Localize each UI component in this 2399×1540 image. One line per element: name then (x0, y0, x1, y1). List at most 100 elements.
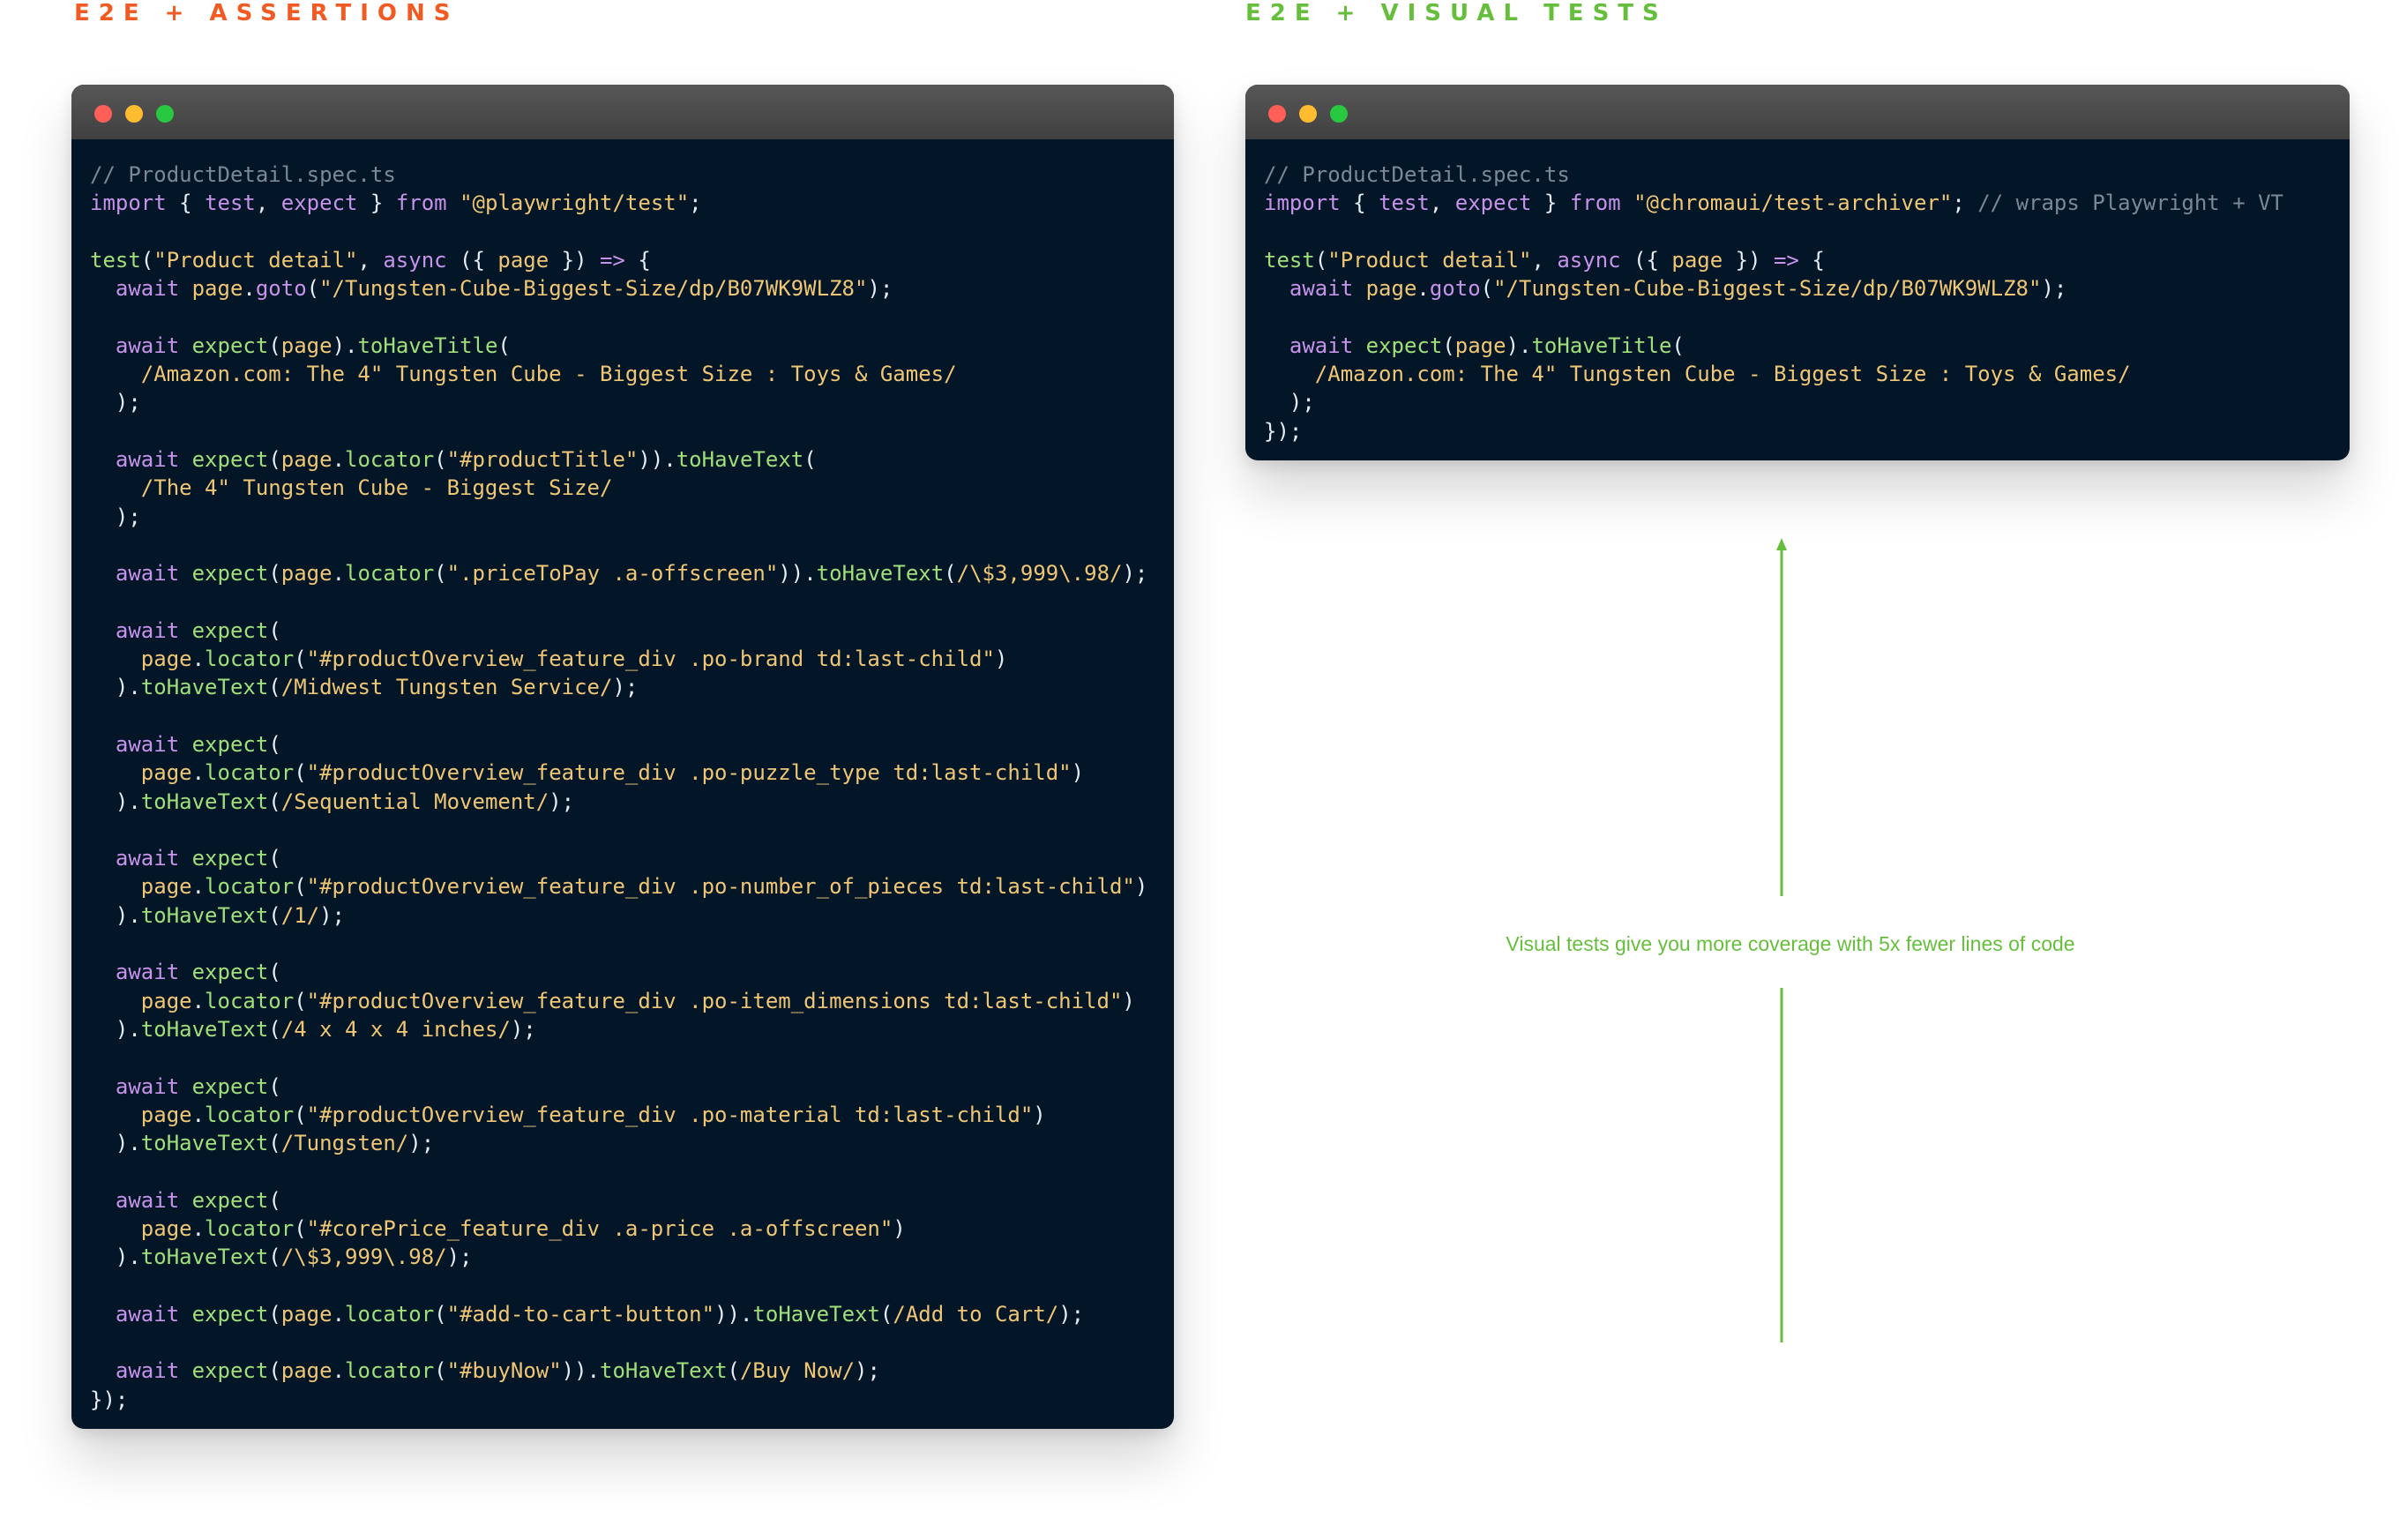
code-token: ); (1058, 1301, 1085, 1327)
code-token: ( (1480, 276, 1494, 302)
code-token: page (280, 446, 333, 472)
code-token: { (1340, 191, 1379, 216)
code-token: /The 4" Tungsten Cube - Biggest Size/ (140, 475, 613, 501)
code-token: "#corePrice_feature_div .a-price .a-offs… (306, 1215, 893, 1241)
code-token: ( (306, 276, 320, 302)
code-token: page (191, 276, 243, 302)
code-token: ( (268, 789, 281, 814)
code-token: page (140, 1215, 192, 1241)
code-token: page (1671, 247, 1723, 273)
code-line: ); (90, 503, 1147, 531)
code-token: ( (727, 1358, 740, 1384)
code-token: ( (434, 1358, 447, 1384)
code-token: ( (268, 675, 281, 700)
code-token: "/Tungsten-Cube-Biggest-Size/dp/B07WK9WL… (319, 276, 868, 302)
code-token: ( (268, 1131, 281, 1156)
code-token: await (115, 731, 180, 757)
code-line: }); (1264, 417, 2283, 445)
code-token: page (280, 333, 333, 358)
code-token: ). (1506, 333, 1532, 358)
code-token: ) (893, 1215, 906, 1241)
code-token: await (115, 1358, 180, 1384)
code-token: locator (205, 1102, 295, 1127)
code-token: await (115, 846, 180, 871)
code-token: ( (268, 446, 281, 472)
code-token: from (1569, 191, 1621, 216)
code-token: )). (714, 1301, 753, 1327)
code-token: goto (255, 276, 307, 302)
code-token: . (191, 760, 206, 786)
code-token: /Buy Now/ (739, 1358, 856, 1384)
code-token: page (497, 247, 549, 273)
code-token: )). (778, 561, 817, 587)
maximize-dot-icon[interactable] (156, 105, 174, 123)
code-line: /The 4" Tungsten Cube - Biggest Size/ (90, 474, 1147, 502)
code-token: /Amazon.com: The 4" Tungsten Cube - Bigg… (1314, 362, 2131, 387)
code-line: page.locator("#productOverview_feature_d… (90, 987, 1147, 1015)
code-token: toHaveText (140, 789, 269, 814)
code-token: toHaveText (600, 1358, 728, 1384)
code-line: await expect( (90, 958, 1147, 986)
code-token: ); (319, 902, 346, 928)
code-token: "#buyNow" (446, 1358, 562, 1384)
code-token: "@playwright/test" (460, 191, 690, 216)
code-token: , (255, 191, 281, 216)
code-token: ( (268, 1245, 281, 1270)
code-token: toHaveText (140, 1245, 269, 1270)
code-token: ( (294, 1102, 307, 1127)
code-token: page (280, 1358, 333, 1384)
code-token: ); (90, 504, 141, 529)
code-token: ). (90, 789, 141, 814)
minimize-dot-icon[interactable] (125, 105, 143, 123)
code-line: await expect( (90, 730, 1147, 759)
code-token: expect (191, 846, 269, 871)
code-token: ( (434, 561, 447, 587)
code-token: page (140, 760, 192, 786)
code-token: /Midwest Tungsten Service/ (280, 675, 613, 700)
e2e-assertions-heading: E2E + ASSERTIONS (74, 0, 460, 26)
code-token: "#add-to-cart-button" (446, 1301, 715, 1327)
minimize-dot-icon[interactable] (1299, 105, 1317, 123)
close-dot-icon[interactable] (1268, 105, 1286, 123)
code-block: // ProductDetail.spec.ts import { test, e… (90, 161, 1147, 1414)
code-token: ( (294, 760, 307, 786)
code-line: /Amazon.com: The 4" Tungsten Cube - Bigg… (90, 360, 1147, 388)
code-token: ( (1314, 247, 1328, 273)
close-dot-icon[interactable] (94, 105, 112, 123)
code-token: expect (191, 333, 269, 358)
code-line: page.locator("#productOverview_feature_d… (90, 645, 1147, 673)
code-token: ( (803, 446, 817, 472)
code-token: ) (1033, 1102, 1046, 1127)
code-token: page (280, 561, 333, 587)
code-token: ( (268, 1073, 281, 1099)
code-line: page.locator("#productOverview_feature_d… (90, 872, 1148, 901)
code-token: toHaveTitle (357, 333, 498, 358)
code-token: /Amazon.com: The 4" Tungsten Cube - Bigg… (140, 362, 957, 387)
code-token: ; (1952, 191, 1978, 216)
code-token: toHaveText (140, 1016, 269, 1042)
code-token: . (332, 1358, 346, 1384)
code-token: expect (191, 1073, 269, 1099)
maximize-dot-icon[interactable] (1330, 105, 1348, 123)
code-token: ( (268, 731, 281, 757)
code-token: ); (2041, 276, 2067, 302)
code-token: toHaveText (752, 1301, 880, 1327)
